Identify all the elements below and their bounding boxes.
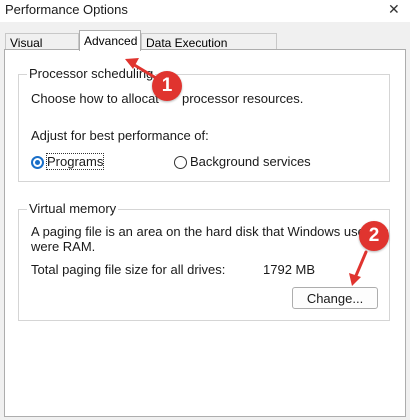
tab-advanced[interactable]: Advanced (79, 30, 141, 51)
annotation-badge-2: 2 (359, 221, 389, 251)
annotation-arrow-2 (353, 250, 368, 280)
tab-label: Advanced (84, 34, 138, 48)
annotation-badge-1: 1 (152, 71, 182, 101)
annotation-arrows (125, 58, 368, 286)
